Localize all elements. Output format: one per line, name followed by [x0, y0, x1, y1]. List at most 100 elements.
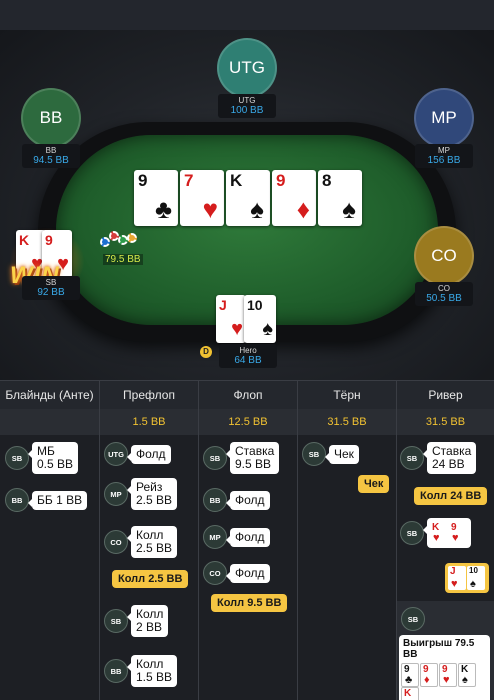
action-line: 9.5 BB	[235, 457, 272, 471]
mini-card: 9 ♥	[449, 521, 467, 545]
action-blinds-sb: SB МБ 0.5 BB	[5, 442, 79, 474]
seat-namebox: CO 50.5 BB	[415, 282, 473, 306]
hero-action-river: Колл 24 BB	[414, 487, 488, 505]
action-bubble: Колл 2 BB	[126, 605, 169, 637]
hero-action-preflop: Колл 2.5 BB	[112, 570, 189, 588]
card-rank: 9	[276, 171, 286, 190]
position-badge: SB	[203, 446, 227, 470]
mini-card: K♥	[430, 521, 448, 545]
hero-card-1: J ♥	[216, 295, 246, 343]
action-line: Фолд	[235, 565, 265, 580]
action-line: 2 BB	[136, 620, 163, 634]
avatar: CO	[414, 226, 474, 286]
column-pot: 12.5 BB	[199, 409, 297, 435]
seat-namebox: MP 156 BB	[415, 144, 473, 168]
column-pot: 31.5 BB	[298, 409, 396, 435]
action-line: 24 BB	[432, 457, 465, 471]
seat-utg[interactable]: UTG UTG 100 BB	[210, 38, 284, 118]
action-flop-sb: SB Ставка 9.5 BB	[203, 442, 280, 474]
card-suit: ♠	[250, 194, 264, 224]
action-line: Колл	[136, 657, 164, 671]
position-badge: MP	[203, 525, 227, 549]
action-bubble: Колл 1.5 BB	[126, 655, 178, 687]
seat-stack: 94.5 BB	[33, 155, 69, 166]
card-suit: ♥	[231, 318, 243, 340]
action-line: 2.5 BB	[136, 541, 173, 555]
column-pot	[0, 409, 99, 435]
position-badge: SB	[400, 446, 424, 470]
action-preflop-co: CO Колл 2.5 BB	[104, 526, 178, 558]
card-suit: ♣	[154, 194, 172, 224]
seat-name: UTG	[238, 96, 256, 105]
action-line: 0.5 BB	[37, 457, 74, 471]
seat-stack: 100 BB	[230, 105, 264, 116]
action-bubble: Чек	[325, 444, 359, 464]
board-card: 7 ♥	[180, 170, 224, 226]
position-badge: BB	[203, 488, 227, 512]
card-rank: 10	[247, 297, 263, 313]
seat-stack: 92 BB	[37, 287, 65, 298]
seat-mp[interactable]: MP MP 156 BB	[407, 88, 481, 168]
column-pot: 1.5 BB	[100, 409, 198, 435]
position-badge: SB	[5, 446, 29, 470]
seat-name: Hero	[239, 346, 257, 355]
action-line: Рейз	[136, 480, 163, 494]
seat-bb[interactable]: BB BB 94.5 BB	[14, 88, 88, 168]
position-badge: SB	[302, 442, 326, 466]
board-card: 9 ♦	[272, 170, 316, 226]
action-preflop-bb: BB Колл 1.5 BB	[104, 655, 178, 687]
board-card: K ♠	[226, 170, 270, 226]
column-title: Флоп	[199, 381, 297, 409]
action-bubble: Ставка 24 BB	[422, 442, 477, 474]
seat-sb[interactable]: SB 92 BB	[14, 276, 88, 300]
column-title: Блайнды (Анте)	[0, 381, 99, 409]
card-rank: 9	[138, 171, 148, 190]
hero-action-flop: Колл 9.5 BB	[211, 594, 288, 612]
result-title: Выигрыш 79.5 BB	[403, 638, 475, 660]
position-badge: SB	[104, 609, 128, 633]
seat-co[interactable]: CO CO 50.5 BB	[407, 226, 481, 306]
action-line: 1.5 BB	[136, 670, 173, 684]
action-bubble: Фолд	[127, 444, 171, 464]
avatar: MP	[414, 88, 474, 148]
action-preflop-sb: SB Колл 2 BB	[104, 605, 169, 637]
top-bar	[0, 0, 494, 30]
seat-stack: 50.5 BB	[426, 293, 462, 304]
mini-card: 9 ♣	[401, 663, 419, 687]
action-flop-mp: MP Фолд	[203, 525, 270, 549]
seat-namebox: Hero 64 BB	[219, 344, 277, 368]
history-column-blinds: Блайнды (Анте)	[0, 381, 100, 700]
action-flop-co: CO Фолд	[203, 561, 270, 585]
mini-card: K ♠	[458, 663, 476, 687]
action-bubble: Рейз 2.5 BB	[126, 478, 178, 510]
seat-stack: 156 BB	[427, 155, 461, 166]
action-bubble: Фолд	[226, 563, 270, 583]
dealer-button: D	[200, 346, 212, 358]
seat-name: SB	[45, 278, 57, 287]
card-rank: J	[219, 297, 227, 313]
hero-action-turn: Чек	[358, 475, 390, 493]
action-river-sb-show: SB K ♥ 9 ♥	[400, 518, 471, 548]
position-badge: BB	[5, 488, 29, 512]
mini-card: J ♥	[448, 566, 466, 590]
seat-namebox: BB 94.5 BB	[22, 144, 80, 168]
mini-card: 9 ♦	[420, 663, 438, 687]
position-badge: CO	[104, 530, 128, 554]
card-rank: K	[230, 171, 243, 190]
seat-name: MP	[438, 146, 450, 155]
action-river-sb: SB Ставка 24 BB	[400, 442, 477, 474]
avatar: UTG	[217, 38, 277, 98]
column-title: Ривер	[397, 381, 494, 409]
card-suit: ♦	[296, 194, 310, 224]
seat-hero[interactable]: Hero 64 BB	[212, 344, 284, 368]
column-title: Тёрн	[298, 381, 396, 409]
result-panel: SB Выигрыш 79.5 BB 9♣9♦9♥K♠ K♥	[397, 601, 494, 700]
card-rank: 8	[322, 171, 332, 190]
action-bubble: ББ 1 BB	[27, 490, 88, 510]
action-blinds-bb: BB ББ 1 BB	[5, 488, 88, 512]
card-rank: K	[19, 232, 30, 248]
board-card: 8 ♠	[318, 170, 362, 226]
position-badge: CO	[203, 561, 227, 585]
board-card: 9 ♣	[134, 170, 178, 226]
action-bubble: Фолд	[226, 527, 270, 547]
